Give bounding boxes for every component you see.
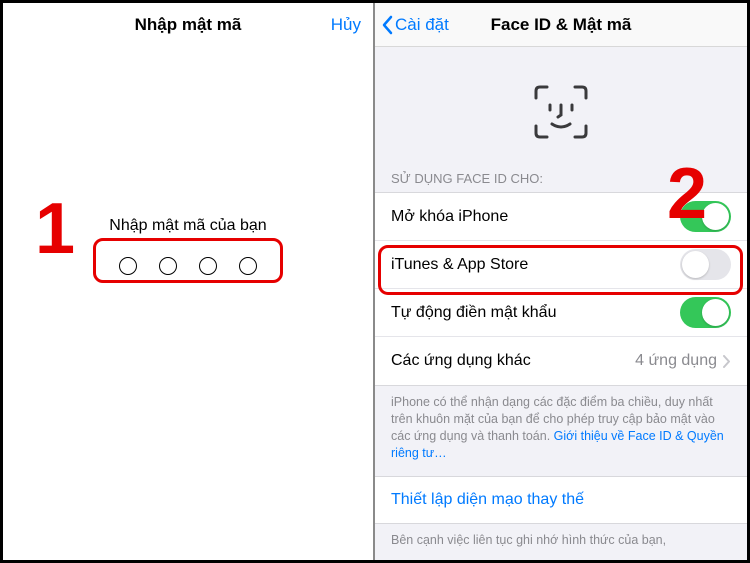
setup-alt-appearance-button[interactable]: Thiết lập diện mạo thay thế bbox=[375, 476, 747, 524]
faceid-hero bbox=[375, 47, 747, 171]
passcode-screen: Nhập mật mã Hủy Nhập mật mã của bạn 1 bbox=[3, 3, 375, 560]
faceid-title: Face ID & Mật mã bbox=[491, 15, 632, 35]
row-other-apps[interactable]: Các ứng dụng khác 4 ứng dụng bbox=[375, 337, 747, 385]
row-label: Mở khóa iPhone bbox=[391, 208, 508, 226]
row-unlock-iphone[interactable]: Mở khóa iPhone bbox=[375, 193, 747, 241]
row-label: Tự động điền mật khẩu bbox=[391, 304, 556, 322]
passcode-dot bbox=[199, 257, 217, 275]
passcode-title: Nhập mật mã bbox=[135, 15, 242, 35]
alt-appearance-footer: Bên cạnh việc liên tục ghi nhớ hình thức… bbox=[375, 524, 747, 561]
faceid-icon bbox=[532, 83, 590, 141]
row-itunes-appstore[interactable]: iTunes & App Store bbox=[375, 241, 747, 289]
passcode-dots[interactable] bbox=[3, 257, 373, 275]
row-password-autofill[interactable]: Tự động điền mật khẩu bbox=[375, 289, 747, 337]
passcode-prompt: Nhập mật mã của bạn bbox=[3, 217, 373, 235]
row-label: iTunes & App Store bbox=[391, 256, 528, 274]
toggle-unlock-iphone[interactable] bbox=[680, 201, 731, 232]
back-button[interactable]: Cài đặt bbox=[381, 15, 449, 35]
passcode-dot bbox=[119, 257, 137, 275]
passcode-dot bbox=[239, 257, 257, 275]
chevron-left-icon bbox=[381, 15, 393, 35]
row-label: Các ứng dụng khác bbox=[391, 352, 531, 370]
row-detail: 4 ứng dụng bbox=[635, 352, 731, 370]
chevron-right-icon bbox=[723, 355, 731, 368]
passcode-entry-area: Nhập mật mã của bạn bbox=[3, 217, 373, 275]
toggle-password-autofill[interactable] bbox=[680, 297, 731, 328]
faceid-options-list: Mở khóa iPhone iTunes & App Store Tự độn… bbox=[375, 192, 747, 386]
navbar-passcode: Nhập mật mã Hủy bbox=[3, 3, 373, 47]
passcode-dot bbox=[159, 257, 177, 275]
section-header-use-faceid: SỬ DỤNG FACE ID CHO: bbox=[375, 171, 747, 192]
navbar-faceid: Cài đặt Face ID & Mật mã bbox=[375, 3, 747, 47]
faceid-settings-screen: Cài đặt Face ID & Mật mã SỬ DỤNG FACE ID… bbox=[375, 3, 747, 560]
cancel-button[interactable]: Hủy bbox=[331, 15, 361, 35]
faceid-footer-text: iPhone có thể nhận dạng các đặc điểm ba … bbox=[375, 386, 747, 476]
back-label: Cài đặt bbox=[395, 15, 449, 35]
toggle-itunes-appstore[interactable] bbox=[680, 249, 731, 280]
other-apps-count: 4 ứng dụng bbox=[635, 352, 717, 370]
